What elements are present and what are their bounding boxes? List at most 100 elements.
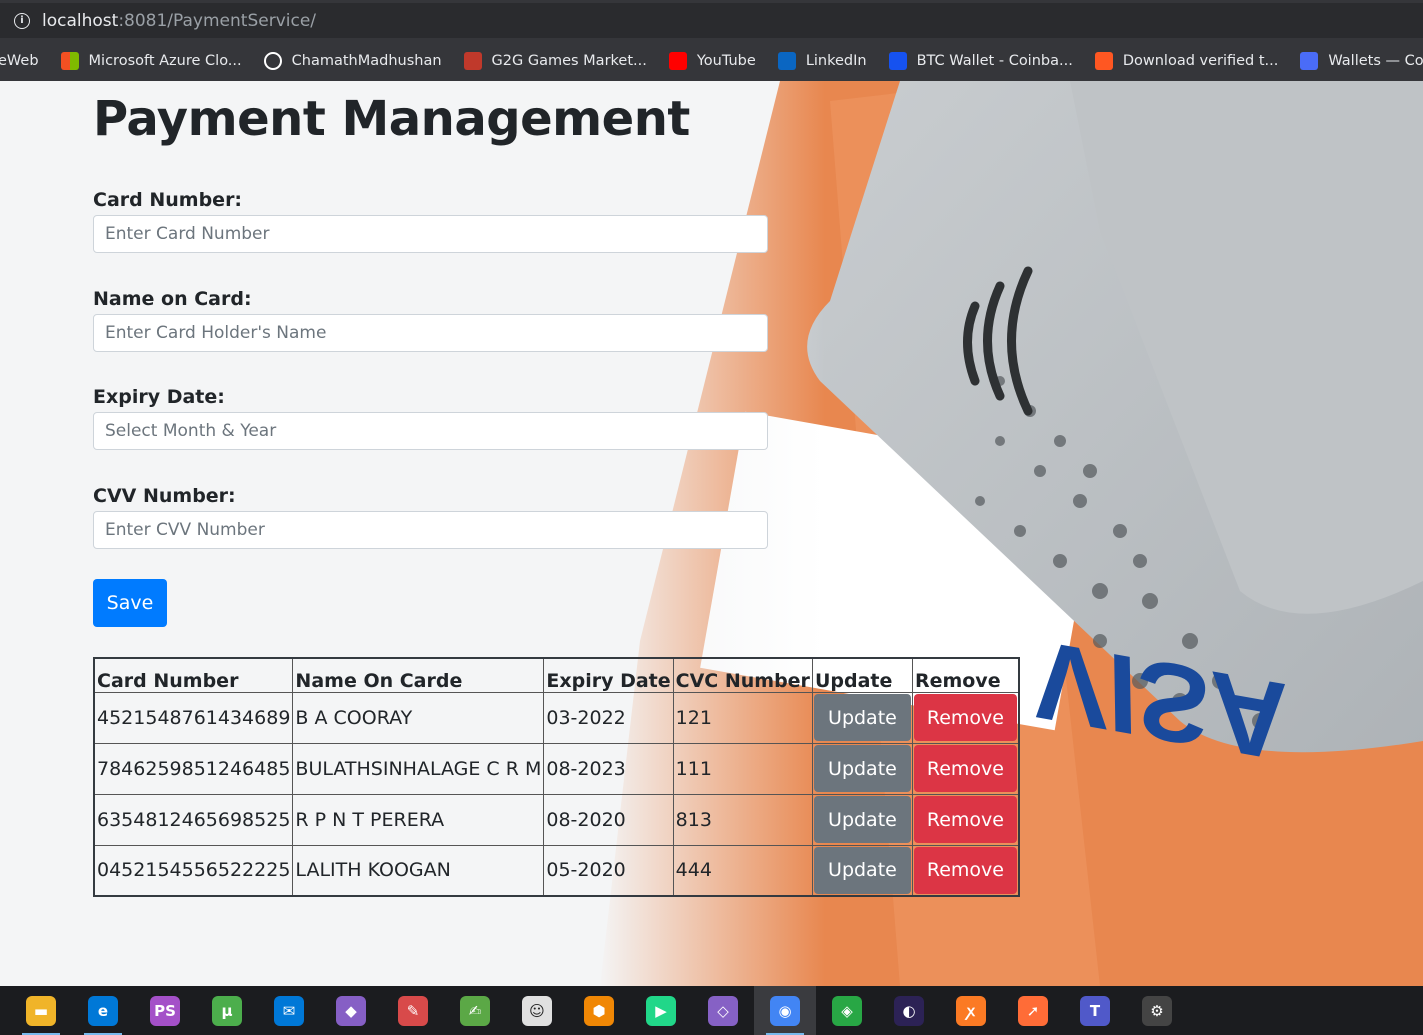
taskbar-app[interactable]: ⬢ bbox=[568, 986, 630, 1035]
omnibox[interactable]: i localhost:8081/PaymentService/ bbox=[0, 3, 1423, 38]
microsoft-icon bbox=[60, 52, 79, 70]
cell-card: 6354812465698525 bbox=[93, 793, 294, 846]
cell-expiry: 03-2022 bbox=[543, 691, 674, 744]
bookmark-label: Microsoft Azure Clo... bbox=[88, 53, 242, 69]
save-button[interactable]: Save bbox=[93, 579, 167, 627]
visual-studio-icon: ◆ bbox=[336, 995, 366, 1026]
bookmark-label: ChamathMadhushan bbox=[291, 53, 442, 69]
cell-remove: Remove bbox=[911, 844, 1020, 897]
bookmark-item[interactable]: Microsoft Azure Clo... bbox=[60, 52, 242, 70]
bookmarks-bar: eWeb Microsoft Azure Clo... ChamathMadhush… bbox=[0, 41, 1423, 81]
taskbar-app[interactable]: ◈ bbox=[816, 986, 878, 1035]
bookmark-item[interactable]: YouTube bbox=[668, 52, 756, 70]
taskbar-app[interactable]: e bbox=[72, 986, 134, 1035]
cell-update: Update bbox=[811, 793, 913, 846]
column-header-card-number: Card Number bbox=[93, 657, 294, 693]
table-row: 0452154556522225 LALITH KOOGAN 05-2020 444 U… bbox=[93, 844, 1020, 897]
bookmark-label: BTC Wallet - Coinba... bbox=[916, 53, 1073, 69]
g2g-icon bbox=[463, 52, 482, 70]
cell-update: Update bbox=[811, 742, 913, 795]
remove-button[interactable]: Remove bbox=[913, 694, 1017, 741]
url-text[interactable]: localhost:8081/PaymentService/ bbox=[42, 11, 316, 31]
column-header-remove: Remove bbox=[911, 657, 1020, 693]
cell-remove: Remove bbox=[911, 742, 1020, 795]
taskbar-app[interactable]: ⚙ bbox=[1126, 986, 1188, 1035]
coinsbank-icon bbox=[1300, 52, 1319, 70]
cvv-number-input[interactable] bbox=[93, 511, 768, 549]
bookmark-label: G2G Games Market... bbox=[491, 53, 647, 69]
taskbar-app[interactable]: ◐ bbox=[878, 986, 940, 1035]
taskbar-app[interactable]: ✎ bbox=[382, 986, 444, 1035]
vscode-icon: ◇ bbox=[708, 995, 738, 1026]
bookmark-item[interactable]: Wallets — CoinsBank bbox=[1300, 52, 1423, 70]
cell-name: B A COORAY bbox=[292, 691, 545, 744]
taskbar-app[interactable]: ➚ bbox=[1002, 986, 1064, 1035]
postman-icon: ➚ bbox=[1018, 995, 1048, 1026]
bookmark-label: Download verified t... bbox=[1122, 53, 1279, 69]
taskbar-app[interactable]: ◇ bbox=[692, 986, 754, 1035]
youtube-icon bbox=[668, 52, 687, 70]
bookmark-item[interactable]: eWeb bbox=[0, 53, 39, 69]
table-header-row: Card Number Name On Carde Expiry Date CV… bbox=[93, 657, 1020, 693]
taskbar-app[interactable]: ✉ bbox=[258, 986, 320, 1035]
linkedin-icon bbox=[777, 52, 796, 70]
bookmark-label: YouTube bbox=[696, 53, 756, 69]
bookmark-item[interactable]: ChamathMadhushan bbox=[263, 52, 442, 70]
bookmark-item[interactable]: G2G Games Market... bbox=[463, 52, 647, 70]
xampp-icon: ꭗ bbox=[956, 995, 986, 1026]
cell-expiry: 08-2020 bbox=[543, 793, 674, 846]
table-row: 7846259851246485 BULATHSINHALAGE C R M 08-… bbox=[93, 742, 1020, 795]
table-body: 4521548761434689 B A COORAY 03-2022 121 Upda… bbox=[93, 691, 1020, 897]
cell-card: 7846259851246485 bbox=[93, 742, 294, 795]
update-button[interactable]: Update bbox=[813, 745, 911, 792]
expiry-date-input[interactable] bbox=[93, 412, 768, 450]
remove-button[interactable]: Remove bbox=[913, 745, 1017, 792]
card-number-label: Card Number: bbox=[93, 189, 243, 211]
cell-card: 4521548761434689 bbox=[93, 691, 294, 744]
taskbar-app[interactable]: ▬ bbox=[10, 986, 72, 1035]
taskbar-app[interactable]: ☺ bbox=[506, 986, 568, 1035]
taskbar-app[interactable]: ꭗ bbox=[940, 986, 1002, 1035]
update-button[interactable]: Update bbox=[813, 846, 911, 894]
bookmark-label: LinkedIn bbox=[805, 53, 867, 69]
bookmark-item[interactable]: Download verified t... bbox=[1094, 52, 1279, 70]
taskbar-app[interactable]: ▶ bbox=[630, 986, 692, 1035]
bookmark-label: eWeb bbox=[0, 53, 39, 69]
pycharm-icon: ▶ bbox=[646, 995, 676, 1026]
remove-button[interactable]: Remove bbox=[913, 796, 1017, 843]
taskbar-app[interactable]: PS bbox=[134, 986, 196, 1035]
taskbar-app[interactable]: µ bbox=[196, 986, 258, 1035]
bookmark-item[interactable]: BTC Wallet - Coinba... bbox=[888, 52, 1073, 70]
taskbar-app[interactable]: T bbox=[1064, 986, 1126, 1035]
paint-icon: ✎ bbox=[398, 995, 428, 1026]
payments-table: Card Number Name On Carde Expiry Date CV… bbox=[93, 657, 1020, 897]
card-number-input[interactable] bbox=[93, 215, 768, 253]
cell-update: Update bbox=[811, 844, 913, 897]
cell-remove: Remove bbox=[911, 691, 1020, 744]
coinbase-icon bbox=[888, 52, 907, 70]
cell-update: Update bbox=[811, 691, 913, 744]
url-path: :8081/PaymentService/ bbox=[118, 10, 317, 31]
name-on-card-input[interactable] bbox=[93, 314, 768, 352]
name-on-card-label: Name on Card: bbox=[93, 288, 252, 310]
remove-button[interactable]: Remove bbox=[913, 846, 1017, 894]
taskbar-app[interactable]: ◉ bbox=[754, 986, 816, 1035]
taskbar-app[interactable]: ✍ bbox=[444, 986, 506, 1035]
emoji-icon: ☺ bbox=[522, 995, 552, 1026]
update-button[interactable]: Update bbox=[813, 694, 911, 741]
browser-address-bar: i localhost:8081/PaymentService/ bbox=[0, 0, 1423, 41]
column-header-cvc: CVC Number bbox=[672, 657, 813, 693]
cell-name: BULATHSINHALAGE C R M bbox=[292, 742, 545, 795]
cell-expiry: 05-2020 bbox=[543, 844, 674, 897]
update-button[interactable]: Update bbox=[813, 796, 911, 843]
taskbar-app[interactable]: ◆ bbox=[320, 986, 382, 1035]
teams-icon: T bbox=[1080, 995, 1110, 1026]
url-host: localhost bbox=[42, 10, 119, 31]
cell-expiry: 08-2023 bbox=[543, 742, 674, 795]
bookmark-item[interactable]: LinkedIn bbox=[777, 52, 867, 70]
file-explorer-icon: ▬ bbox=[26, 995, 56, 1026]
cell-remove: Remove bbox=[911, 793, 1020, 846]
info-icon[interactable]: i bbox=[14, 12, 30, 29]
settings-icon: ⚙ bbox=[1142, 995, 1172, 1026]
table-row: 4521548761434689 B A COORAY 03-2022 121 Upda… bbox=[93, 691, 1020, 744]
